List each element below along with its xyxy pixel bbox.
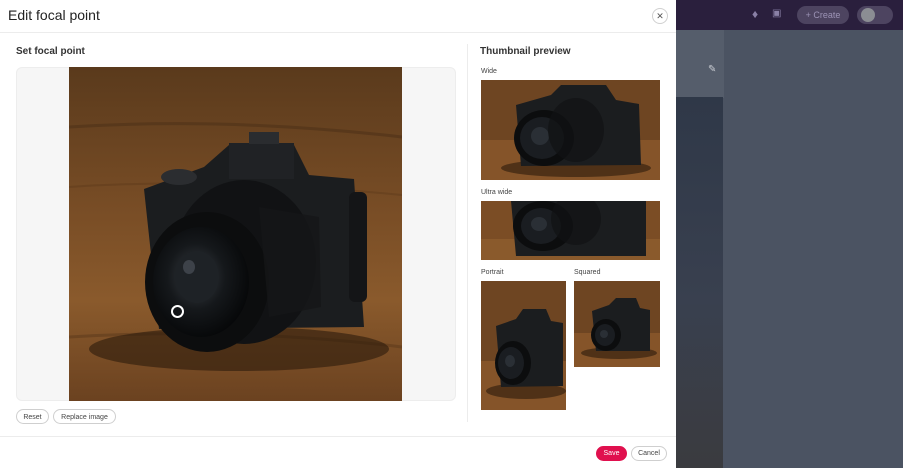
focal-point-marker[interactable] <box>171 305 184 318</box>
avatar[interactable] <box>857 6 893 24</box>
bell-icon[interactable]: ♦ <box>752 7 758 21</box>
gift-icon[interactable]: ▣ <box>772 8 781 19</box>
reset-button[interactable]: Reset <box>16 409 49 424</box>
footer-divider <box>0 436 676 437</box>
set-focal-point-title: Set focal point <box>16 46 85 57</box>
thumbnail-portrait <box>481 281 566 410</box>
save-button[interactable]: Save <box>596 446 627 461</box>
thumbnail-label-squared: Squared <box>574 269 601 276</box>
thumbnail-label-wide: Wide <box>481 68 497 75</box>
thumbnail-preview-title: Thumbnail preview <box>480 46 571 57</box>
thumbnail-ultra-wide <box>481 201 660 260</box>
create-button[interactable]: + Create <box>797 6 849 24</box>
modal-title: Edit focal point <box>8 7 100 23</box>
pencil-icon[interactable]: ✎ <box>708 64 716 75</box>
thumbnail-squared <box>574 281 660 367</box>
modal-header: Edit focal point ✕ <box>0 0 676 33</box>
camera-image[interactable] <box>69 67 402 401</box>
close-icon[interactable]: ✕ <box>652 8 668 24</box>
background-panel <box>676 30 724 98</box>
background-image <box>676 97 723 468</box>
thumbnail-label-portrait: Portrait <box>481 269 504 276</box>
cancel-button[interactable]: Cancel <box>631 446 667 461</box>
replace-image-button[interactable]: Replace image <box>53 409 116 424</box>
section-divider <box>467 44 468 422</box>
thumbnail-label-ultra-wide: Ultra wide <box>481 189 513 196</box>
thumbnail-wide <box>481 80 660 180</box>
edit-focal-point-modal: Edit focal point ✕ Set focal point Reset… <box>0 0 676 468</box>
